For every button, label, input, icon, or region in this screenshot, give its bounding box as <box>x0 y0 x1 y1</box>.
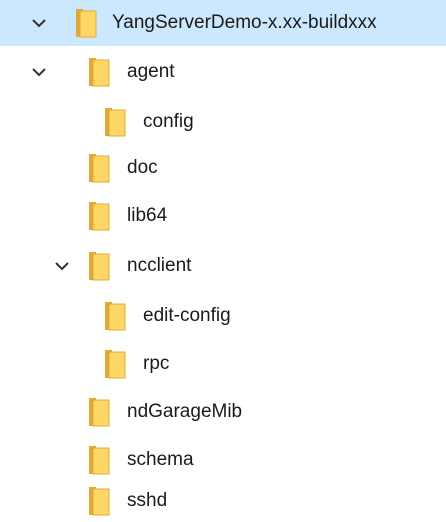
folder-icon <box>88 153 110 183</box>
chevron-down-icon[interactable] <box>52 256 72 276</box>
chevron-down-icon[interactable] <box>29 62 49 82</box>
tree-item-schema[interactable]: schema <box>0 436 446 484</box>
tree-item-agent[interactable]: agent <box>0 48 446 96</box>
folder-icon <box>104 301 126 331</box>
tree-item-label: lib64 <box>127 205 168 226</box>
tree-item-label: ndGarageMib <box>127 401 243 422</box>
folder-icon <box>88 397 110 427</box>
tree-item-sshd[interactable]: sshd <box>0 480 446 522</box>
tree-item-label: schema <box>127 449 194 470</box>
tree-item-label: sshd <box>127 490 168 511</box>
folder-icon <box>88 57 110 87</box>
folder-icon <box>104 107 126 137</box>
tree-item-doc[interactable]: doc <box>0 144 446 192</box>
folder-icon <box>88 486 110 516</box>
tree-item-edit-config[interactable]: edit-config <box>0 292 446 340</box>
folder-icon <box>104 349 126 379</box>
tree-item-ndgaragemib[interactable]: ndGarageMib <box>0 388 446 436</box>
folder-icon <box>88 201 110 231</box>
tree-item-root[interactable]: YangServerDemo-x.xx-buildxxx <box>0 0 446 46</box>
tree-item-label: config <box>143 111 194 132</box>
folder-tree: YangServerDemo-x.xx-buildxxx agent confi… <box>0 0 446 522</box>
tree-item-label: ncclient <box>127 255 192 276</box>
tree-item-label: doc <box>127 157 158 178</box>
tree-item-label: YangServerDemo-x.xx-buildxxx <box>112 12 377 33</box>
folder-icon <box>88 251 110 281</box>
tree-item-ncclient[interactable]: ncclient <box>0 242 446 290</box>
tree-item-rpc[interactable]: rpc <box>0 340 446 388</box>
folder-icon <box>75 8 97 38</box>
tree-item-label: edit-config <box>143 305 231 326</box>
tree-item-label: agent <box>127 61 175 82</box>
tree-item-label: rpc <box>143 353 170 374</box>
folder-icon <box>88 445 110 475</box>
tree-item-config[interactable]: config <box>0 98 446 146</box>
tree-item-lib64[interactable]: lib64 <box>0 192 446 240</box>
chevron-down-icon[interactable] <box>29 13 49 33</box>
